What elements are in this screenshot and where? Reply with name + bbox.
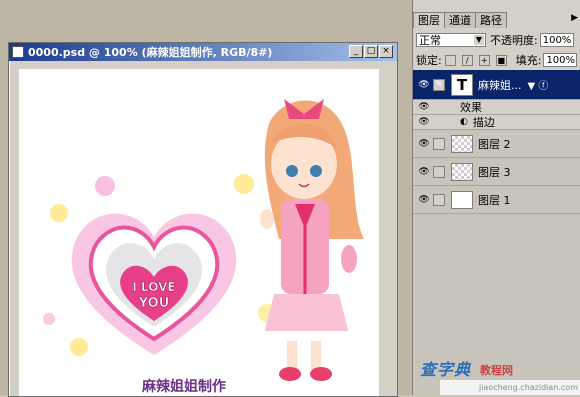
document-title: 0000.psd @ 100% (麻辣姐姐制作, RGB/8#) xyxy=(28,46,273,59)
lock-label: 锁定: xyxy=(416,54,442,67)
link-box[interactable] xyxy=(433,165,445,178)
blend-mode-value: 正常 xyxy=(419,34,441,47)
heart-text-line1: I LOVE xyxy=(132,280,175,294)
chevron-down-icon: ▼ xyxy=(474,35,484,45)
canvas-artwork: I LOVE YOU 麻辣姐姐制作 xyxy=(43,99,364,395)
eye-icon[interactable]: 👁 xyxy=(418,167,430,177)
glow-dot xyxy=(95,176,115,196)
watermark-url: jiaocheng.chazidian.com xyxy=(440,380,580,395)
glow-dot xyxy=(50,204,68,222)
canvas-signature-text: 麻辣姐姐制作 xyxy=(141,378,226,395)
opacity-label: 不透明度: xyxy=(490,34,538,47)
document-titlebar[interactable]: 0000.psd @ 100% (麻辣姐姐制作, RGB/8#) xyxy=(9,43,397,61)
lock-transparency-icon[interactable] xyxy=(444,54,456,66)
minimize-button[interactable]: _ xyxy=(349,45,363,58)
document-icon xyxy=(12,46,24,58)
layer-name: 图层 3 xyxy=(478,165,511,179)
brush-icon[interactable]: ✎ xyxy=(433,78,445,91)
eye-icon[interactable]: 👁 xyxy=(418,195,430,205)
lock-row: 锁定: / + ■ 填充: 100% xyxy=(416,52,578,68)
link-box[interactable] xyxy=(433,137,445,150)
watermark-logo-secondary: 教程网 xyxy=(480,364,513,377)
eye-icon[interactable]: 👁 xyxy=(418,80,430,90)
layer-row-2[interactable]: 👁 图层 2 xyxy=(413,130,580,158)
glow-dot xyxy=(234,174,254,194)
layers-panel: 图层 通道 路径 ▶ 正常 ▼ 不透明度: 100% 锁定: / + ■ 填充:… xyxy=(412,0,580,395)
glow-dot xyxy=(70,338,88,356)
layer-thumbnail xyxy=(451,162,473,181)
fill-input[interactable]: 100% xyxy=(543,53,578,67)
tab-layers[interactable]: 图层 xyxy=(413,12,445,28)
layer-row-text[interactable]: 👁 ✎ T 麻辣姐... ▼ ⓕ xyxy=(413,70,580,100)
lock-all-icon[interactable]: ■ xyxy=(495,54,507,66)
maximize-button[interactable]: □ xyxy=(364,45,378,58)
layer-stroke-row[interactable]: 👁 ◐ 描边 xyxy=(413,115,580,130)
effects-icon[interactable]: ▼ ⓕ xyxy=(528,77,549,92)
lock-image-icon[interactable]: / xyxy=(461,54,473,66)
heart-text-line2: YOU xyxy=(138,296,170,311)
lock-position-icon[interactable]: + xyxy=(478,54,490,66)
layer-name: 图层 1 xyxy=(478,193,511,207)
eye-icon[interactable]: 👁 xyxy=(418,139,430,149)
layer-thumbnail xyxy=(451,134,473,153)
effect-icon: ◐ xyxy=(460,117,468,127)
tab-paths[interactable]: 路径 xyxy=(475,12,507,28)
canvas[interactable]: I LOVE YOU 麻辣姐姐制作 xyxy=(19,69,379,396)
text-layer-thumbnail: T xyxy=(451,73,473,96)
panel-menu-icon[interactable]: ▶ xyxy=(571,13,578,23)
document-window[interactable]: 0000.psd @ 100% (麻辣姐姐制作, RGB/8#) _ □ × I… xyxy=(8,42,398,397)
layers-list: 👁 ✎ T 麻辣姐... ▼ ⓕ 👁 效果 👁 ◐ 描边 👁 图层 2 👁 图层… xyxy=(413,70,580,395)
layer-row-3[interactable]: 👁 图层 3 xyxy=(413,158,580,186)
layer-name: 麻辣姐... xyxy=(478,78,522,92)
link-box[interactable] xyxy=(433,193,445,206)
opacity-input[interactable]: 100% xyxy=(539,33,574,47)
blend-mode-select[interactable]: 正常 ▼ xyxy=(416,33,486,47)
layer-effects-row[interactable]: 👁 效果 xyxy=(413,100,580,115)
layer-row-1[interactable]: 👁 图层 1 xyxy=(413,186,580,214)
layer-name: 图层 2 xyxy=(478,137,511,151)
anime-girl-illustration xyxy=(260,99,364,381)
blend-row: 正常 ▼ 不透明度: 100% xyxy=(416,32,578,48)
eye-icon[interactable]: 👁 xyxy=(418,117,430,127)
eye-icon[interactable]: 👁 xyxy=(418,102,430,112)
stroke-label: 描边 xyxy=(472,116,495,129)
close-button[interactable]: × xyxy=(379,45,393,58)
panel-tabs: 图层 通道 路径 xyxy=(413,12,580,28)
watermark-logo: 查字典 xyxy=(420,360,472,379)
glow-dot xyxy=(43,313,55,325)
tab-channels[interactable]: 通道 xyxy=(444,12,476,28)
layer-thumbnail xyxy=(451,190,473,209)
fill-label: 填充: xyxy=(515,54,542,67)
effects-label: 效果 xyxy=(460,101,482,114)
